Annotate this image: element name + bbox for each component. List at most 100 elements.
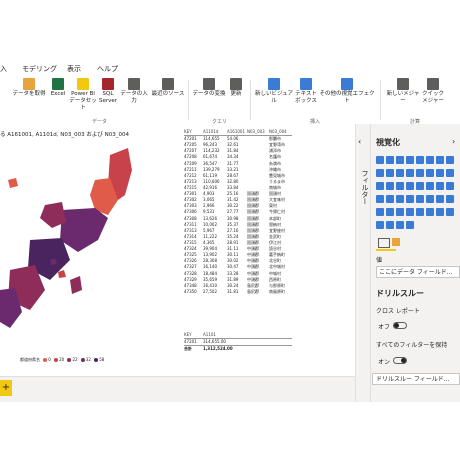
visual-type-icon[interactable] bbox=[406, 221, 414, 229]
new-measure-button[interactable]: 新しいメジャー bbox=[384, 78, 422, 105]
visual-type-icon[interactable] bbox=[376, 208, 384, 216]
legend-dot bbox=[54, 358, 59, 362]
visual-type-icon[interactable] bbox=[436, 156, 444, 164]
legend-label: 58 bbox=[99, 357, 105, 362]
menu-insert[interactable]: 入 bbox=[0, 64, 7, 74]
visual-type-icon[interactable] bbox=[386, 208, 394, 216]
visual-type-icon[interactable] bbox=[396, 156, 404, 164]
data-table[interactable]: KEY A1101d A161001 N03_003 N03_004 47201… bbox=[184, 129, 292, 295]
visual-type-icon[interactable] bbox=[376, 195, 384, 203]
page-tabs-bar bbox=[0, 376, 355, 403]
visual-type-icon[interactable] bbox=[376, 156, 384, 164]
enter-data-button[interactable]: データの入力 bbox=[118, 78, 150, 105]
powerbi-dataset-icon bbox=[77, 78, 89, 90]
drillthrough-field-well[interactable]: ドリルスルー フィールド... bbox=[372, 373, 460, 385]
summary-table[interactable]: KEY A1101 47201 314,655.00 合計 1,312,524.… bbox=[184, 332, 292, 352]
visual-type-icon[interactable] bbox=[416, 156, 424, 164]
visual-type-icon[interactable] bbox=[376, 221, 384, 229]
values-well-label: 値 bbox=[376, 257, 383, 264]
table-header[interactable]: KEY bbox=[184, 332, 203, 338]
cross-report-toggle[interactable] bbox=[393, 322, 407, 329]
visual-type-icon[interactable] bbox=[436, 169, 444, 177]
add-page-button[interactable]: + bbox=[0, 380, 12, 396]
table-header-row: KEY A1101d A161001 N03_003 N03_004 bbox=[184, 129, 292, 137]
visual-type-icon[interactable] bbox=[386, 169, 394, 177]
keep-filters-toggle[interactable] bbox=[393, 357, 407, 364]
filter-pane[interactable] bbox=[355, 124, 371, 402]
visual-type-icon[interactable] bbox=[406, 156, 414, 164]
table-header[interactable]: A1101 bbox=[203, 332, 227, 338]
visual-type-icon[interactable] bbox=[416, 195, 424, 203]
visual-type-icon[interactable] bbox=[436, 182, 444, 190]
keep-filters-state: オン bbox=[378, 359, 391, 366]
menu-help[interactable]: ヘルプ bbox=[97, 64, 118, 74]
visual-type-icon[interactable] bbox=[436, 195, 444, 203]
quick-measure-icon bbox=[427, 78, 439, 90]
visual-type-icon[interactable] bbox=[386, 195, 394, 203]
visual-type-icon[interactable] bbox=[426, 169, 434, 177]
menu-view[interactable]: 表示 bbox=[67, 64, 81, 74]
map-regions[interactable] bbox=[0, 148, 132, 328]
visual-type-icon[interactable] bbox=[386, 156, 394, 164]
filter-pane-label[interactable]: フィルター bbox=[355, 170, 370, 205]
excel-button[interactable]: Excel bbox=[48, 78, 68, 98]
visual-type-icon[interactable] bbox=[446, 195, 454, 203]
recent-sources-button[interactable]: 最近のソース bbox=[150, 78, 186, 98]
visual-type-icon[interactable] bbox=[386, 221, 394, 229]
visual-type-icon[interactable] bbox=[376, 182, 384, 190]
chevron-left-icon[interactable]: ‹ bbox=[358, 137, 361, 146]
visual-type-icon[interactable] bbox=[396, 195, 404, 203]
chevron-right-icon[interactable]: › bbox=[452, 137, 455, 146]
new-visual-button[interactable]: 新しいビジュアル bbox=[254, 78, 294, 105]
powerbi-dataset-button[interactable]: Power BI データセット bbox=[68, 78, 98, 112]
transform-data-button[interactable]: データの変換 bbox=[192, 78, 226, 98]
visual-type-icon[interactable] bbox=[446, 169, 454, 177]
table-header[interactable]: N03_003 bbox=[247, 129, 269, 135]
visual-type-icon[interactable] bbox=[446, 182, 454, 190]
fields-tab-icon[interactable] bbox=[378, 238, 390, 248]
quick-measure-button[interactable]: クイック メジャー bbox=[422, 78, 444, 105]
refresh-button[interactable]: 更新 bbox=[226, 78, 246, 98]
visual-type-icon[interactable] bbox=[426, 156, 434, 164]
format-paint-icon[interactable] bbox=[392, 238, 400, 246]
visual-type-icon[interactable] bbox=[396, 221, 404, 229]
visual-type-icon[interactable] bbox=[396, 208, 404, 216]
values-field-well[interactable]: ここにデータ フィールド... bbox=[376, 266, 460, 278]
visual-type-icon[interactable] bbox=[426, 182, 434, 190]
choropleth-map[interactable] bbox=[0, 140, 180, 360]
visual-type-icon[interactable] bbox=[376, 169, 384, 177]
visual-type-icon[interactable] bbox=[406, 182, 414, 190]
visual-type-icon[interactable] bbox=[396, 169, 404, 177]
legend-title: 都道府県名 bbox=[20, 357, 40, 362]
visual-type-icon[interactable] bbox=[406, 208, 414, 216]
visual-type-icon[interactable] bbox=[446, 156, 454, 164]
sql-server-button[interactable]: SQL Server bbox=[98, 78, 118, 105]
map-region-central[interactable] bbox=[60, 208, 108, 252]
visual-type-icon[interactable] bbox=[416, 169, 424, 177]
recent-sources-icon bbox=[162, 78, 174, 90]
visual-type-icon[interactable] bbox=[426, 208, 434, 216]
map-region-east-island[interactable] bbox=[70, 276, 82, 294]
visual-type-icon[interactable] bbox=[386, 182, 394, 190]
table-header[interactable]: N03_004 bbox=[269, 129, 291, 135]
menu-modeling[interactable]: モデリング bbox=[22, 64, 57, 74]
textbox-button[interactable]: テキスト ボックス bbox=[294, 78, 318, 105]
table-header[interactable]: KEY bbox=[184, 129, 203, 135]
visual-type-icon[interactable] bbox=[426, 195, 434, 203]
visual-type-icon[interactable] bbox=[396, 182, 404, 190]
table-cell: 47350 bbox=[184, 288, 197, 294]
get-data-button[interactable]: データを取得 bbox=[10, 78, 48, 98]
visual-type-icon[interactable] bbox=[446, 208, 454, 216]
visual-type-icon[interactable] bbox=[406, 169, 414, 177]
empty-area bbox=[0, 402, 460, 460]
visual-type-icon[interactable] bbox=[436, 208, 444, 216]
table-header[interactable]: A1101d bbox=[203, 129, 227, 135]
visual-type-icon[interactable] bbox=[406, 195, 414, 203]
more-visuals-button[interactable]: その他の視覚エフェクト bbox=[318, 78, 376, 105]
visual-type-icon[interactable] bbox=[416, 208, 424, 216]
visual-type-icon[interactable] bbox=[416, 182, 424, 190]
map-region-islet-2[interactable] bbox=[58, 270, 66, 278]
more-visuals-icon bbox=[341, 78, 353, 90]
map-region-islet-1[interactable] bbox=[8, 178, 18, 188]
table-header[interactable]: A161001 bbox=[227, 129, 247, 135]
